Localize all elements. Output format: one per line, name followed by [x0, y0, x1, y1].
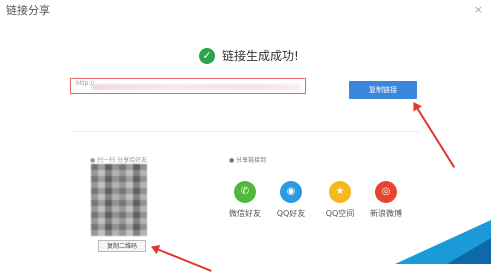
annotation-arrow-copy-link	[413, 102, 456, 168]
copy-link-button[interactable]: 复制链接	[349, 81, 417, 99]
share-label: ● 分享链接到	[229, 157, 267, 164]
qr-label-suffix: 分享给好友	[117, 157, 148, 164]
qr-label: ● 扫一扫 分享给好友	[90, 155, 147, 164]
check-circle-icon: ✓	[199, 47, 215, 64]
qr-code-image	[91, 164, 147, 236]
share-weibo[interactable]: ◎ 新浪微博	[366, 181, 406, 219]
window-title: 链接分享	[6, 4, 50, 17]
share-item-label: 微信好友	[229, 209, 261, 218]
qq-icon: ◉	[280, 181, 302, 203]
corner-decoration-dark	[447, 238, 491, 264]
share-qzone[interactable]: ★ QQ空间	[320, 181, 360, 219]
share-item-label: QQ空间	[325, 209, 355, 218]
share-wechat[interactable]: ✆ 微信好友	[225, 181, 265, 219]
annotation-arrow-copy-qr	[151, 246, 212, 272]
share-item-label: 新浪微博	[370, 209, 402, 218]
copy-qr-button[interactable]: 复制二维码	[98, 240, 146, 252]
success-text: 链接生成成功!	[222, 49, 299, 63]
qzone-icon: ★	[329, 181, 351, 203]
section-divider	[70, 131, 420, 132]
share-qq[interactable]: ◉ QQ好友	[271, 181, 311, 219]
wechat-icon: ✆	[234, 181, 256, 203]
share-link-blurred-text	[91, 84, 301, 90]
share-link-field[interactable]: http://	[70, 78, 306, 94]
title-bar: 链接分享 ×	[0, 0, 491, 22]
share-item-label: QQ好友	[276, 209, 306, 218]
qr-label-prefix: ● 扫一扫	[90, 157, 116, 164]
close-icon[interactable]: ×	[474, 3, 483, 16]
success-message: ✓ 链接生成成功!	[199, 47, 299, 64]
weibo-icon: ◎	[375, 181, 397, 203]
